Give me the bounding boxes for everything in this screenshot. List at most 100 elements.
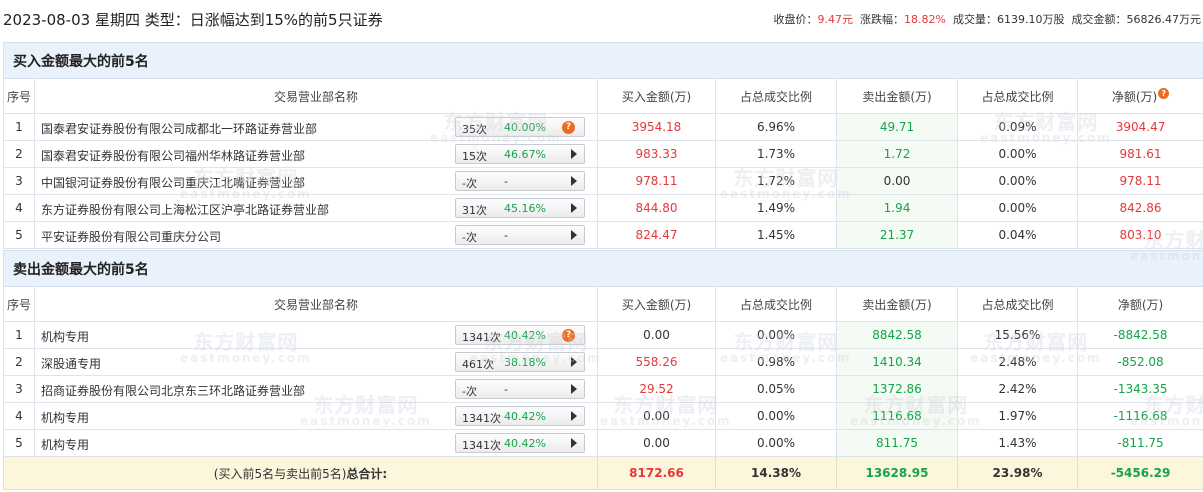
dept-name[interactable]: 平安证券股份有限公司重庆分公司 bbox=[41, 228, 221, 245]
top-bar: 2023-08-03 星期四 类型：日涨幅达到15%的前5只证券 收盘价：9.4… bbox=[0, 0, 1203, 40]
row-buy-amount: 558.26 bbox=[597, 348, 716, 376]
total-buy-ratio: 14.38% bbox=[715, 456, 837, 490]
row-buy-ratio: 1.45% bbox=[715, 221, 837, 249]
row-buy-ratio: 0.00% bbox=[715, 402, 837, 430]
question-icon[interactable]: ? bbox=[562, 329, 575, 342]
dept-stats-button[interactable]: 35次 40.00%? bbox=[455, 117, 585, 137]
dept-stats-button[interactable]: -次 - bbox=[455, 379, 585, 399]
row-sell-amount: 21.37 bbox=[836, 221, 958, 249]
sell-section-header: 卖出金额最大的前5名 bbox=[2, 250, 1203, 287]
row-buy-ratio: 0.98% bbox=[715, 348, 837, 376]
dept-rate: - bbox=[504, 175, 508, 188]
table-row: 5 平安证券股份有限公司重庆分公司 -次 - 824.47 1.45% 21.37 0.04%… bbox=[3, 221, 1203, 249]
dept-times: -次 bbox=[462, 385, 477, 398]
volume-label: 成交量： bbox=[953, 13, 997, 26]
sell-section-title: 卖出金额最大的前5名 bbox=[2, 250, 1203, 287]
row-seq: 4 bbox=[3, 194, 35, 222]
row-seq: 1 bbox=[3, 321, 35, 349]
row-buy-amount: 0.00 bbox=[597, 402, 716, 430]
dept-name[interactable]: 国泰君安证券股份有限公司成都北一环路证券营业部 bbox=[41, 120, 317, 137]
row-dept: 机构专用 1341次 40.42% bbox=[34, 429, 598, 457]
dept-stats-button[interactable]: 461次 38.18% bbox=[455, 352, 585, 372]
row-seq: 3 bbox=[3, 375, 35, 403]
col-buy-amount: 买入金额(万) bbox=[597, 286, 716, 322]
triangle-right-icon[interactable] bbox=[571, 384, 577, 394]
row-sell-amount: 1410.34 bbox=[836, 348, 958, 376]
triangle-right-icon[interactable] bbox=[571, 203, 577, 213]
buy-section-header: 买入金额最大的前5名 bbox=[2, 42, 1203, 79]
dept-name[interactable]: 国泰君安证券股份有限公司福州华林路证券营业部 bbox=[41, 147, 305, 164]
dept-stats-button[interactable]: 1341次 40.42%? bbox=[455, 325, 585, 345]
dept-stats-button[interactable]: 1341次 40.42% bbox=[455, 406, 585, 426]
row-dept: 东方证券股份有限公司上海松江区沪亭北路证券营业部 31次 45.16% bbox=[34, 194, 598, 222]
total-sell-ratio: 23.98% bbox=[957, 456, 1078, 490]
dept-stats-button[interactable]: -次 - bbox=[455, 225, 585, 245]
table-row: 4 机构专用 1341次 40.42% 0.00 0.00% 1116.68 1.97% -11… bbox=[3, 402, 1203, 430]
row-sell-amount: 8842.58 bbox=[836, 321, 958, 349]
question-icon[interactable]: ? bbox=[562, 121, 575, 134]
row-sell-ratio: 2.48% bbox=[957, 348, 1078, 376]
col-buy-ratio: 占总成交比例 bbox=[715, 78, 837, 114]
col-dept: 交易营业部名称 bbox=[34, 286, 598, 322]
triangle-right-icon[interactable] bbox=[571, 149, 577, 159]
total-buy: 8172.66 bbox=[597, 456, 716, 490]
triangle-right-icon[interactable] bbox=[571, 411, 577, 421]
dept-rate: 40.42% bbox=[504, 410, 546, 423]
row-sell-amount: 811.75 bbox=[836, 429, 958, 457]
dept-rate: 46.67% bbox=[504, 148, 546, 161]
row-net: -1116.68 bbox=[1076, 402, 1203, 430]
dept-name[interactable]: 深股通专用 bbox=[41, 355, 101, 372]
row-seq: 2 bbox=[3, 140, 35, 168]
triangle-right-icon[interactable] bbox=[571, 438, 577, 448]
dept-name[interactable]: 招商证券股份有限公司北京东三环北路证券营业部 bbox=[41, 382, 305, 399]
row-dept: 机构专用 1341次 40.42% bbox=[34, 402, 598, 430]
amount-label: 成交金额： bbox=[1071, 13, 1127, 26]
row-buy-amount: 0.00 bbox=[597, 429, 716, 457]
sell-table: 卖出金额最大的前5名 序号 交易营业部名称 买入金额(万) 占总成交比例 卖出金… bbox=[2, 250, 1203, 490]
col-buy-ratio: 占总成交比例 bbox=[715, 286, 837, 322]
row-dept: 招商证券股份有限公司北京东三环北路证券营业部 -次 - bbox=[34, 375, 598, 403]
dept-stats-button[interactable]: 1341次 40.42% bbox=[455, 433, 585, 453]
triangle-right-icon[interactable] bbox=[571, 357, 577, 367]
row-buy-ratio: 6.96% bbox=[715, 113, 837, 141]
row-sell-ratio: 0.09% bbox=[957, 113, 1078, 141]
row-seq: 4 bbox=[3, 402, 35, 430]
col-buy-amount: 买入金额(万) bbox=[597, 78, 716, 114]
row-sell-ratio: 1.43% bbox=[957, 429, 1078, 457]
dept-name[interactable]: 机构专用 bbox=[41, 328, 89, 345]
row-buy-ratio: 1.49% bbox=[715, 194, 837, 222]
table-row: 1 机构专用 1341次 40.42%? 0.00 0.00% 8842.58 15.56% -… bbox=[3, 321, 1203, 349]
row-sell-amount: 1116.68 bbox=[836, 402, 958, 430]
close-value: 9.47 bbox=[817, 13, 843, 26]
dept-stats-button[interactable]: 15次 46.67% bbox=[455, 144, 585, 164]
change-label: 涨跌幅： bbox=[860, 13, 905, 26]
row-sell-amount: 1.72 bbox=[836, 140, 958, 168]
buy-table: 买入金额最大的前5名 序号 交易营业部名称 买入金额(万) 占总成交比例 卖出金… bbox=[2, 42, 1203, 249]
dept-times: 461次 bbox=[462, 358, 494, 371]
col-sell-ratio: 占总成交比例 bbox=[957, 286, 1078, 322]
row-dept: 平安证券股份有限公司重庆分公司 -次 - bbox=[34, 221, 598, 249]
col-dept: 交易营业部名称 bbox=[34, 78, 598, 114]
dept-name[interactable]: 机构专用 bbox=[41, 436, 89, 453]
dept-name[interactable]: 中国银河证券股份有限公司重庆江北嘴证券营业部 bbox=[41, 174, 305, 191]
dept-times: 35次 bbox=[462, 123, 487, 136]
dept-name[interactable]: 机构专用 bbox=[41, 409, 89, 426]
row-buy-amount: 29.52 bbox=[597, 375, 716, 403]
total-label: (买入前5名与卖出前5名)总合计: bbox=[3, 456, 598, 490]
dept-name[interactable]: 东方证券股份有限公司上海松江区沪亭北路证券营业部 bbox=[41, 201, 329, 218]
row-net: -8842.58 bbox=[1076, 321, 1203, 349]
triangle-right-icon[interactable] bbox=[571, 230, 577, 240]
question-icon[interactable]: ? bbox=[1158, 87, 1170, 99]
row-dept: 深股通专用 461次 38.18% bbox=[34, 348, 598, 376]
table-row: 5 机构专用 1341次 40.42% 0.00 0.00% 811.75 1.43% -811… bbox=[3, 429, 1203, 457]
dept-times: 15次 bbox=[462, 150, 487, 163]
triangle-right-icon[interactable] bbox=[571, 176, 577, 186]
page-title: 2023-08-03 星期四 类型：日涨幅达到15%的前5只证券 bbox=[3, 11, 383, 29]
col-net-label: 净额(万) bbox=[1111, 89, 1158, 104]
dept-stats-button[interactable]: -次 - bbox=[455, 171, 585, 191]
dept-stats-button[interactable]: 31次 45.16% bbox=[455, 198, 585, 218]
row-buy-ratio: 0.00% bbox=[715, 429, 837, 457]
row-net: 842.86 bbox=[1076, 194, 1203, 222]
row-buy-amount: 844.80 bbox=[597, 194, 716, 222]
row-buy-ratio: 0.00% bbox=[715, 321, 837, 349]
